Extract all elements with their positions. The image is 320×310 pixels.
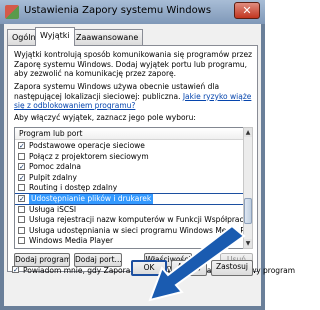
title-bar[interactable]: Ustawienia Zapory systemu Windows ✕ [0, 0, 265, 24]
list-item-checkbox[interactable] [18, 226, 25, 234]
notify-checkbox[interactable]: ✓ [12, 266, 19, 274]
list-item-label: Pomoc zdalna [29, 162, 81, 172]
firewall-icon [5, 5, 19, 19]
list-item[interactable]: Routing i dostęp zdalny [15, 183, 243, 193]
list-item[interactable]: ✓ Pulpit zdalny [15, 173, 243, 183]
list-item[interactable]: ✓ Podstawowe operacje sieciowe [15, 141, 243, 151]
list-scrollbar[interactable]: ▲ ▼ [243, 127, 253, 249]
list-item[interactable]: Usługa rejestracji nazw komputerów w Fun… [15, 215, 243, 225]
exceptions-description: Wyjątki kontrolują sposób komunikowania … [14, 50, 253, 78]
list-item[interactable]: Windows Media Player [15, 236, 243, 246]
list-item[interactable]: ✓ Udostępnianie plików i drukarek [15, 192, 243, 206]
list-item-checkbox[interactable] [18, 184, 25, 192]
list-item-label: Połącz z projektorem sieciowym [29, 151, 149, 161]
list-item-label: Windows Media Player [29, 236, 114, 246]
list-item-checkbox[interactable] [18, 205, 25, 213]
list-item-label: Podstawowe operacje sieciowe [29, 141, 145, 150]
window-title: Ustawienia Zapory systemu Windows [24, 5, 212, 16]
list-item[interactable]: Połącz z projektorem sieciowym [15, 152, 243, 162]
ok-button[interactable]: OK [131, 260, 167, 276]
list-item[interactable]: Usługa udostępniania w sieci programu Wi… [15, 226, 243, 236]
exceptions-list[interactable]: Program lub port ✓ Podstawowe operacje si… [14, 127, 244, 249]
add-program-button[interactable]: Dodaj program... [14, 253, 70, 267]
close-button[interactable]: ✕ [234, 2, 260, 19]
tab-advanced[interactable]: Zaawansowane [71, 29, 144, 45]
list-item-label: Pulpit zdalny [29, 172, 77, 182]
list-item-label: Udostępnianie plików i drukarek [29, 194, 154, 204]
firewall-settings-window: Ustawienia Zapory systemu Windows ✕ Ogól… [0, 0, 295, 310]
list-item[interactable]: ✓ Pomoc zdalna [15, 162, 243, 172]
list-item-checkbox[interactable]: ✓ [18, 142, 25, 150]
list-item-label: Usługa rejestracji nazw komputerów w Fun… [29, 215, 244, 225]
list-item-checkbox[interactable]: ✓ [18, 173, 25, 181]
list-item-checkbox[interactable]: ✓ [18, 163, 25, 171]
exceptions-panel: Wyjątki kontrolują sposób komunikowania … [7, 45, 258, 272]
scroll-up-icon[interactable]: ▲ [244, 128, 252, 137]
list-item[interactable]: Usługa iSCSI [15, 205, 243, 215]
list-column-header[interactable]: Program lub port [15, 128, 243, 140]
cancel-button[interactable]: Anuluj [171, 260, 207, 276]
list-item-checkbox[interactable] [18, 216, 25, 224]
dialog-body: Ogólne Wyjątki Zaawansowane Wyjątki kont… [4, 24, 295, 306]
scroll-thumb[interactable] [244, 198, 252, 224]
network-location-text: Zapora systemu Windows używa obecnie ust… [14, 82, 254, 111]
list-item-label: Usługa iSCSI [29, 204, 77, 214]
list-item-checkbox[interactable] [18, 237, 25, 245]
list-prompt: Aby włączyć wyjątek, zaznacz jego pole w… [14, 113, 196, 122]
list-item-label: Routing i dostęp zdalny [29, 183, 118, 193]
apply-button[interactable]: Zastosuj [211, 260, 253, 276]
list-item-label: Usługa udostępniania w sieci programu Wi… [29, 225, 244, 235]
list-item-checkbox[interactable]: ✓ [18, 195, 25, 203]
scroll-down-icon[interactable]: ▼ [244, 239, 252, 248]
tab-exceptions[interactable]: Wyjątki [35, 27, 75, 46]
list-item-checkbox[interactable] [18, 152, 25, 160]
add-port-button[interactable]: Dodaj port... [74, 253, 122, 267]
